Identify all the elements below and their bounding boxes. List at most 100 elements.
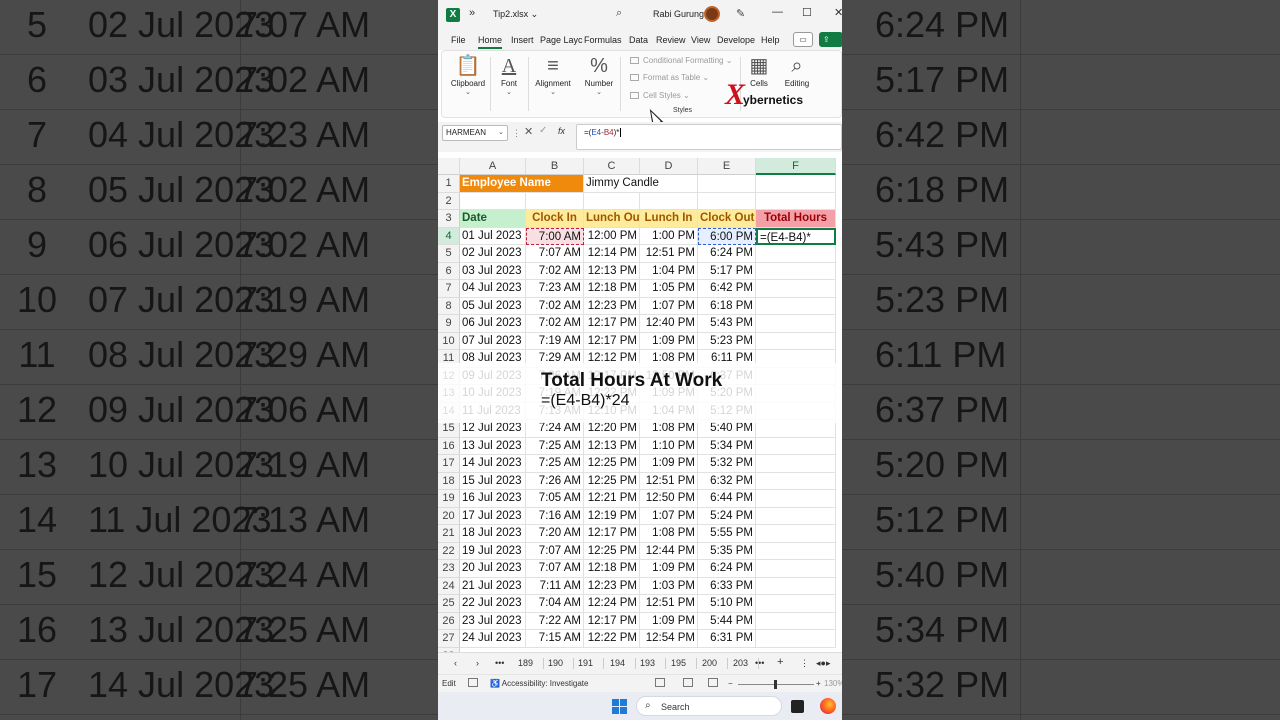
select-all-corner[interactable]: [438, 158, 460, 175]
lunch-out-cell[interactable]: 12:17 PM: [584, 525, 640, 543]
lunch-out-cell[interactable]: 12:17 PM: [584, 612, 640, 630]
total-hours-cell[interactable]: [756, 332, 836, 350]
clock-out-cell[interactable]: 6:24 PM: [698, 560, 756, 578]
lunch-in-cell[interactable]: 12:44 PM: [640, 542, 698, 560]
total-hours-cell[interactable]: [756, 455, 836, 473]
clock-out-cell[interactable]: 5:55 PM: [698, 525, 756, 543]
row-header[interactable]: 22: [438, 542, 460, 560]
clock-out-cell[interactable]: 5:24 PM: [698, 507, 756, 525]
sheet-tab[interactable]: 189: [518, 658, 533, 668]
row-header[interactable]: 8: [438, 297, 460, 315]
clock-out-cell[interactable]: 6:33 PM: [698, 577, 756, 595]
file-name[interactable]: Tip2.xlsx ⌄: [493, 9, 538, 20]
row-header[interactable]: 25: [438, 595, 460, 613]
chevron-down-icon[interactable]: ⌄: [498, 126, 504, 140]
total-hours-cell[interactable]: [756, 577, 836, 595]
header-total-hours[interactable]: Total Hours: [756, 210, 836, 228]
lunch-out-cell[interactable]: 12:23 PM: [584, 297, 640, 315]
clock-out-cell[interactable]: 6:24 PM: [698, 245, 756, 263]
tab-file[interactable]: File: [451, 35, 466, 45]
lunch-in-cell[interactable]: 1:00 PM: [640, 227, 698, 245]
number-group[interactable]: % Number ⌄: [582, 53, 616, 96]
lunch-out-cell[interactable]: 12:25 PM: [584, 542, 640, 560]
clock-out-cell[interactable]: 5:17 PM: [698, 262, 756, 280]
clock-out-cell[interactable]: 6:44 PM: [698, 490, 756, 508]
zoom-out-button[interactable]: −: [728, 679, 733, 688]
avatar[interactable]: [704, 6, 720, 22]
clock-in-cell[interactable]: 7:26 AM: [526, 472, 584, 490]
tab-data[interactable]: Data: [629, 35, 648, 45]
clock-in-cell[interactable]: 7:02 AM: [526, 297, 584, 315]
cancel-icon[interactable]: ✕: [524, 125, 533, 138]
lunch-in-cell[interactable]: 1:03 PM: [640, 577, 698, 595]
total-hours-cell[interactable]: [756, 297, 836, 315]
column-header-b[interactable]: B: [526, 158, 584, 175]
clock-out-cell[interactable]: 5:43 PM: [698, 315, 756, 333]
lunch-in-cell[interactable]: 12:50 PM: [640, 490, 698, 508]
row-header[interactable]: 4: [438, 227, 460, 245]
total-hours-cell[interactable]: [756, 507, 836, 525]
more-commands-icon[interactable]: »: [469, 7, 475, 19]
share-button[interactable]: ⇪: [819, 32, 842, 47]
header-clock-out[interactable]: Clock Out: [698, 210, 756, 228]
total-hours-cell[interactable]: [756, 437, 836, 455]
grid-cell[interactable]: [526, 192, 584, 210]
tab-insert[interactable]: Insert: [511, 35, 534, 45]
total-hours-cell[interactable]: [756, 280, 836, 298]
clock-in-cell[interactable]: 7:07 AM: [526, 245, 584, 263]
clock-in-cell[interactable]: 7:11 AM: [526, 577, 584, 595]
total-hours-cell[interactable]: [756, 560, 836, 578]
clock-in-cell[interactable]: 7:25 AM: [526, 437, 584, 455]
grid-cell[interactable]: [698, 192, 756, 210]
taskbar-app-icon[interactable]: [791, 700, 804, 713]
lunch-out-cell[interactable]: 12:22 PM: [584, 630, 640, 648]
clock-in-cell[interactable]: 7:15 AM: [526, 630, 584, 648]
grid-cell[interactable]: [756, 175, 836, 193]
lunch-in-cell[interactable]: 1:09 PM: [640, 612, 698, 630]
sheet-tab[interactable]: 203: [733, 658, 748, 668]
row-header[interactable]: 7: [438, 280, 460, 298]
date-cell[interactable]: 20 Jul 2023: [460, 560, 526, 578]
lunch-out-cell[interactable]: 12:21 PM: [584, 490, 640, 508]
sheet-menu-icon[interactable]: ⋮: [800, 658, 809, 669]
comments-icon[interactable]: ▭: [793, 32, 813, 47]
cell-styles-button[interactable]: Cell Styles ⌄: [630, 91, 690, 100]
total-hours-cell[interactable]: [756, 472, 836, 490]
header-date[interactable]: Date: [460, 210, 526, 228]
date-cell[interactable]: 02 Jul 2023: [460, 245, 526, 263]
clock-in-cell[interactable]: 7:19 AM: [526, 332, 584, 350]
next-sheet-button[interactable]: ›: [476, 658, 479, 668]
conditional-formatting-button[interactable]: Conditional Formatting ⌄: [630, 56, 732, 65]
zoom-level[interactable]: 130%: [824, 679, 842, 688]
tab-developer[interactable]: Develope: [717, 35, 755, 45]
date-cell[interactable]: 21 Jul 2023: [460, 577, 526, 595]
windows-start-icon[interactable]: [612, 699, 627, 714]
date-cell[interactable]: 05 Jul 2023: [460, 297, 526, 315]
total-hours-cell[interactable]: [756, 315, 836, 333]
pen-icon[interactable]: ✎: [736, 7, 745, 20]
sheet-tab[interactable]: 190: [548, 658, 563, 668]
lunch-in-cell[interactable]: 1:04 PM: [640, 262, 698, 280]
close-button[interactable]: ✕: [834, 6, 842, 19]
clock-out-cell[interactable]: 5:34 PM: [698, 437, 756, 455]
clock-in-cell[interactable]: 7:00 AM: [526, 227, 584, 245]
row-header[interactable]: 1: [438, 175, 460, 193]
date-cell[interactable]: 01 Jul 2023: [460, 227, 526, 245]
clock-out-cell[interactable]: 6:42 PM: [698, 280, 756, 298]
row-header[interactable]: 21: [438, 525, 460, 543]
clock-in-cell[interactable]: 7:23 AM: [526, 280, 584, 298]
insert-function-button[interactable]: fx: [558, 126, 565, 136]
column-header-d[interactable]: D: [640, 158, 698, 175]
enter-icon[interactable]: ✓: [539, 125, 547, 136]
row-header[interactable]: 10: [438, 332, 460, 350]
accessibility-status[interactable]: ♿ Accessibility: Investigate: [490, 679, 588, 688]
date-cell[interactable]: 03 Jul 2023: [460, 262, 526, 280]
employee-name-label[interactable]: Employee Name: [460, 175, 584, 193]
date-cell[interactable]: 13 Jul 2023: [460, 437, 526, 455]
clock-in-cell[interactable]: 7:20 AM: [526, 525, 584, 543]
lunch-out-cell[interactable]: 12:25 PM: [584, 455, 640, 473]
lunch-in-cell[interactable]: 12:40 PM: [640, 315, 698, 333]
lunch-out-cell[interactable]: 12:18 PM: [584, 280, 640, 298]
user-name[interactable]: Rabi Gurung: [653, 9, 704, 19]
date-cell[interactable]: 14 Jul 2023: [460, 455, 526, 473]
